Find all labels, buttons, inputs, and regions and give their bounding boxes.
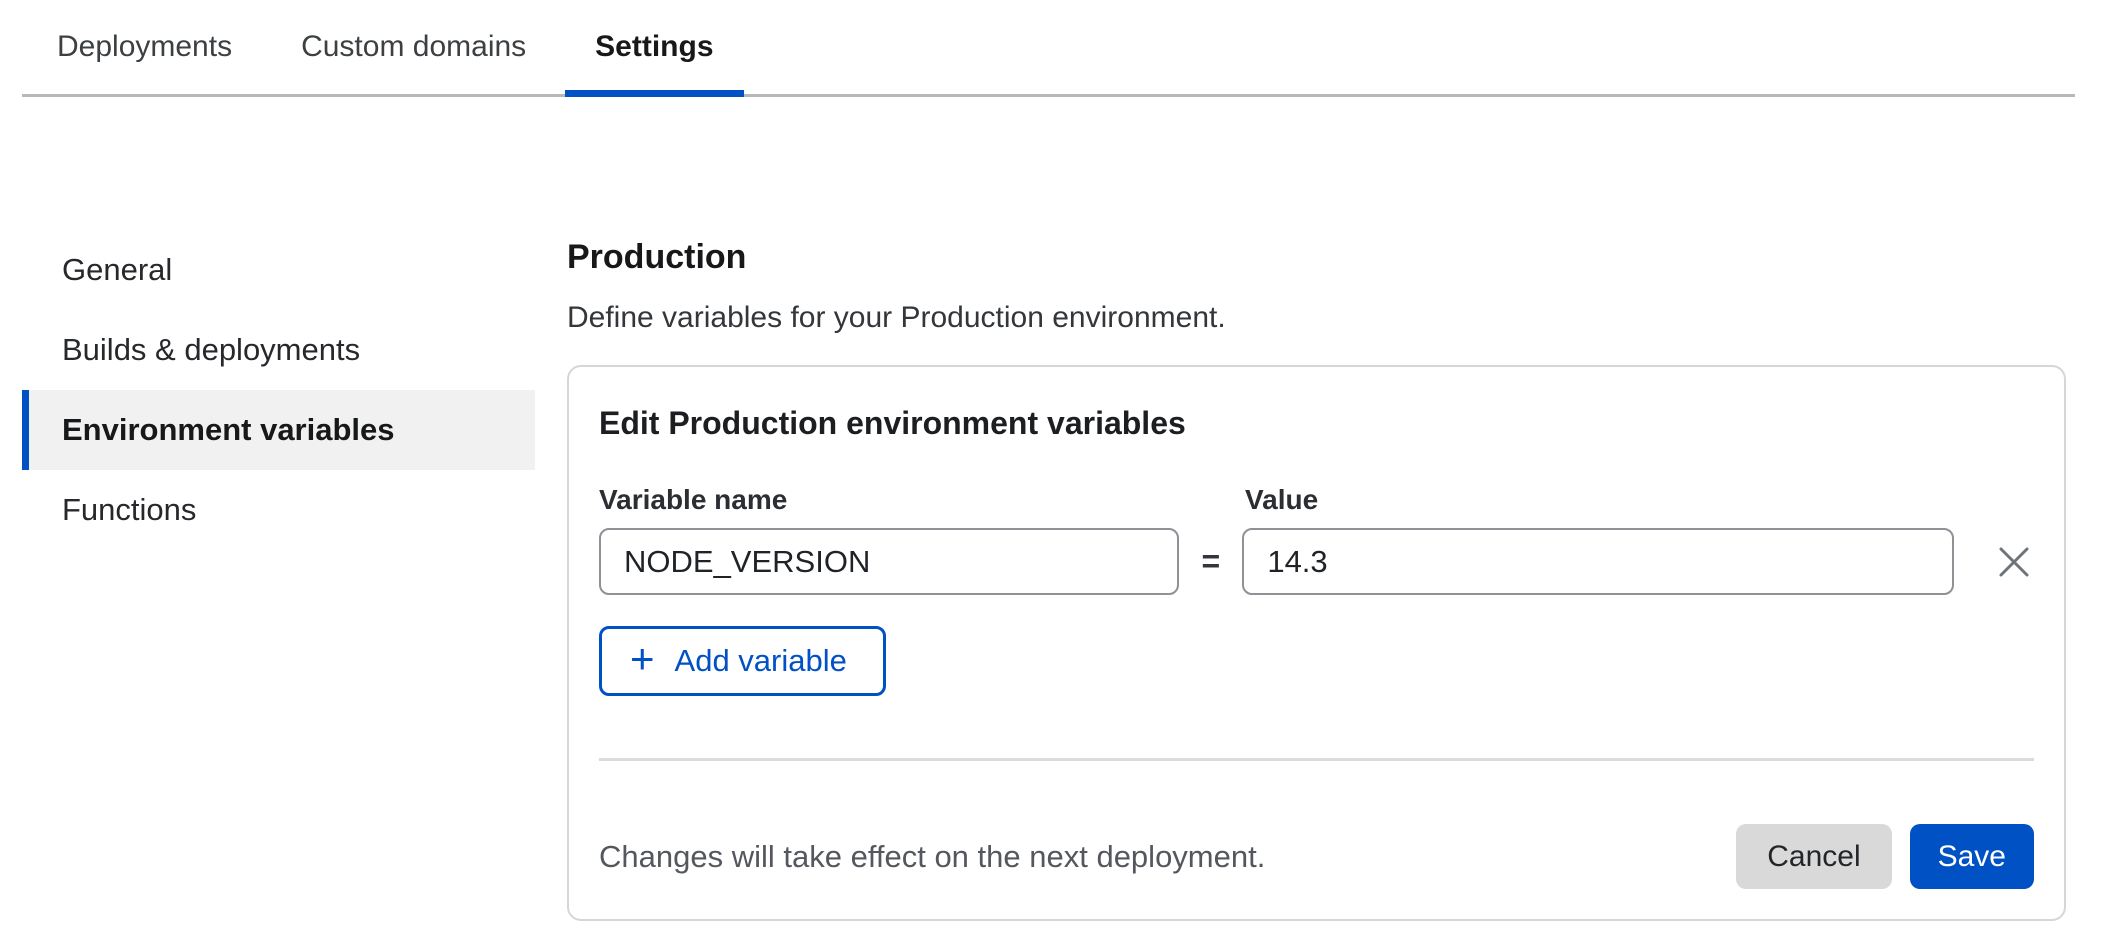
settings-layout: General Builds & deployments Environment… bbox=[0, 97, 2121, 921]
footer-note: Changes will take effect on the next dep… bbox=[599, 839, 1736, 875]
settings-sidebar: General Builds & deployments Environment… bbox=[22, 230, 535, 921]
equals-sign: = bbox=[1179, 543, 1242, 580]
tab-label: Deployments bbox=[57, 30, 232, 64]
field-labels-row: Variable name Value bbox=[599, 485, 2034, 515]
save-button[interactable]: Save bbox=[1910, 824, 2034, 889]
page-title: Production bbox=[567, 237, 2066, 277]
add-variable-button[interactable]: + Add variable bbox=[599, 626, 886, 696]
variable-value-input[interactable] bbox=[1242, 528, 1954, 595]
sidebar-item-environment-variables[interactable]: Environment variables bbox=[22, 390, 535, 470]
cancel-button[interactable]: Cancel bbox=[1736, 824, 1891, 889]
sidebar-item-builds-deployments[interactable]: Builds & deployments bbox=[22, 310, 535, 390]
plus-icon: + bbox=[630, 638, 655, 680]
variable-name-input[interactable] bbox=[599, 528, 1179, 595]
variable-name-label: Variable name bbox=[599, 485, 1245, 515]
env-vars-card: Edit Production environment variables Va… bbox=[567, 365, 2066, 921]
page-description: Define variables for your Production env… bbox=[567, 300, 2066, 336]
tab-label: Custom domains bbox=[301, 30, 526, 64]
tab-bar: Deployments Custom domains Settings bbox=[22, 0, 2075, 97]
add-variable-label: Add variable bbox=[675, 643, 847, 679]
card-title: Edit Production environment variables bbox=[599, 403, 2034, 443]
tab-label: Settings bbox=[595, 30, 713, 64]
card-divider bbox=[599, 758, 2034, 761]
tab-custom-domains[interactable]: Custom domains bbox=[271, 0, 556, 94]
tab-settings[interactable]: Settings bbox=[565, 0, 743, 94]
sidebar-item-general[interactable]: General bbox=[22, 230, 535, 310]
value-label: Value bbox=[1245, 485, 1318, 515]
sidebar-item-functions[interactable]: Functions bbox=[22, 470, 535, 550]
close-icon bbox=[1996, 544, 2032, 580]
delete-variable-button[interactable] bbox=[1994, 542, 2034, 582]
card-footer: Changes will take effect on the next dep… bbox=[599, 824, 2034, 889]
settings-content: Production Define variables for your Pro… bbox=[567, 237, 2066, 921]
variable-row: = bbox=[599, 528, 2034, 595]
tab-deployments[interactable]: Deployments bbox=[27, 0, 262, 94]
